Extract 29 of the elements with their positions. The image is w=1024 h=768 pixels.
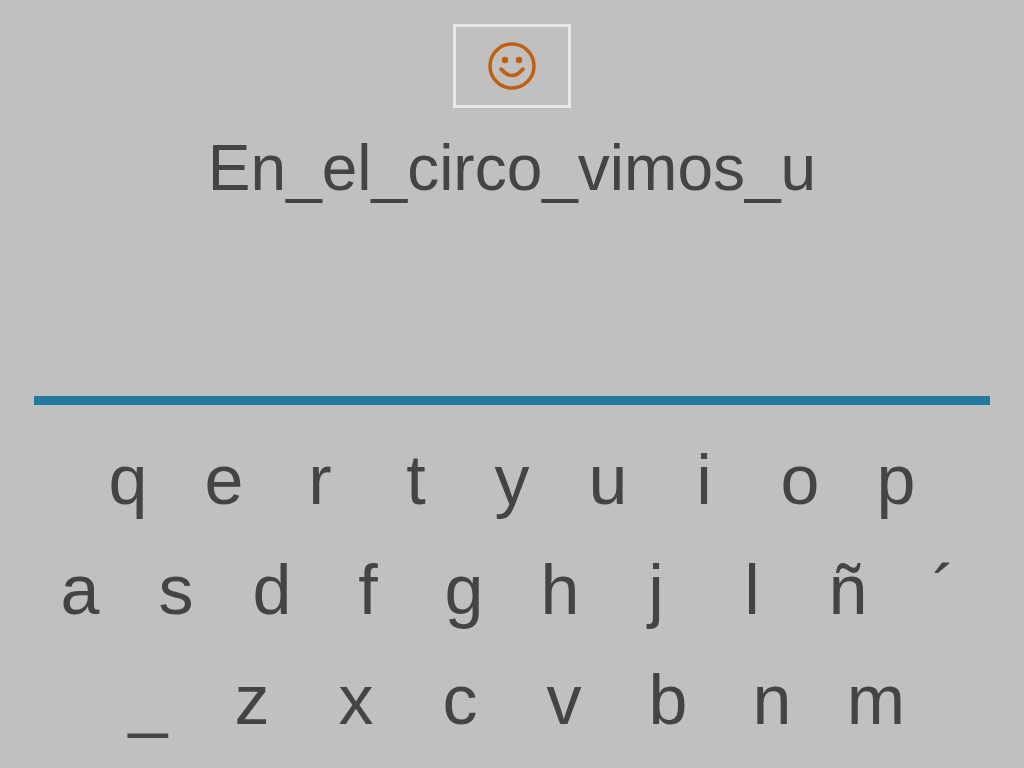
letter-key[interactable]: g xyxy=(416,545,512,635)
sentence-text: En_el_circo_vimos_u xyxy=(207,131,817,206)
letter-key[interactable]: f xyxy=(320,545,416,635)
letter-key[interactable]: i xyxy=(656,435,752,525)
letter-key[interactable]: x xyxy=(304,655,408,745)
letter-key[interactable]: r xyxy=(272,435,368,525)
smiley-icon xyxy=(486,40,538,92)
letter-key[interactable]: v xyxy=(512,655,616,745)
letter-key[interactable]: s xyxy=(128,545,224,635)
letter-key[interactable]: d xyxy=(224,545,320,635)
letter-key[interactable]: j xyxy=(608,545,704,635)
letter-key[interactable]: a xyxy=(32,545,128,635)
letter-key[interactable]: l xyxy=(704,545,800,635)
letter-key[interactable]: b xyxy=(616,655,720,745)
letter-key[interactable]: q xyxy=(80,435,176,525)
letter-key[interactable]: m xyxy=(824,655,928,745)
letter-key[interactable]: n xyxy=(720,655,824,745)
letter-key[interactable]: _ xyxy=(96,655,200,745)
letter-key[interactable]: o xyxy=(752,435,848,525)
letter-key[interactable]: ´ xyxy=(896,545,992,635)
letter-key[interactable]: ñ xyxy=(800,545,896,635)
letter-key[interactable]: p xyxy=(848,435,944,525)
letter-key[interactable]: z xyxy=(200,655,304,745)
letter-key[interactable]: e xyxy=(176,435,272,525)
letter-key[interactable]: u xyxy=(560,435,656,525)
letter-key[interactable]: t xyxy=(368,435,464,525)
letter-key[interactable]: c xyxy=(408,655,512,745)
letter-key[interactable]: y xyxy=(464,435,560,525)
letter-key[interactable]: h xyxy=(512,545,608,635)
